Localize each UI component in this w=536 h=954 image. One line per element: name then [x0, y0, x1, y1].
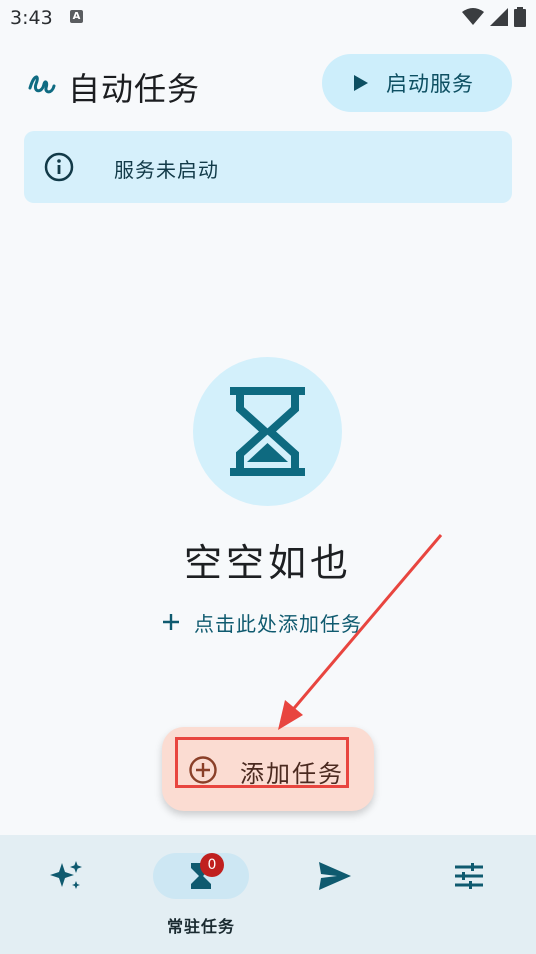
play-icon: [354, 75, 368, 91]
status-bar: 3:43 A: [0, 0, 536, 36]
add-task-fab-label: 添加任务: [240, 760, 344, 788]
empty-state-illustration: [193, 357, 342, 506]
signal-icon: [490, 8, 508, 26]
start-service-label: 启动服务: [386, 72, 474, 96]
battery-icon: [514, 7, 526, 27]
nav-label-resident-tasks: 常驻任务: [166, 917, 235, 936]
wifi-icon: [462, 8, 484, 25]
nav-item-resident-tasks[interactable]: 常驻任务: [134, 835, 268, 954]
sliders-icon: [455, 863, 483, 889]
app-bar: 自动任务 启动服务: [0, 50, 536, 118]
service-status-banner: 服务未启动: [24, 131, 512, 203]
sparkles-icon: [50, 861, 82, 889]
add-circle-icon: [189, 756, 217, 784]
add-task-fab[interactable]: 添加任务: [162, 727, 374, 811]
info-icon: [44, 152, 74, 182]
start-service-button[interactable]: 启动服务: [322, 54, 512, 112]
add-task-link[interactable]: 点击此处添加任务: [162, 608, 362, 636]
empty-state-title: 空空如也: [183, 541, 352, 585]
page-title: 自动任务: [68, 70, 201, 108]
hourglass-icon: [230, 387, 305, 476]
squiggle-logo-icon: [28, 75, 56, 94]
nav-item-settings[interactable]: [402, 835, 536, 954]
notification-icon: A: [70, 10, 83, 23]
service-status-text: 服务未启动: [114, 158, 219, 182]
plus-icon: [163, 614, 179, 630]
status-time: 3:43: [10, 7, 53, 29]
send-icon: [319, 862, 351, 890]
task-count-badge: 0: [200, 853, 224, 877]
nav-item-send[interactable]: [268, 835, 402, 954]
nav-item-sparkle[interactable]: [0, 835, 134, 954]
add-task-link-label: 点击此处添加任务: [194, 611, 362, 636]
bottom-navigation: 常驻任务 0: [0, 835, 536, 954]
status-icons: [462, 6, 526, 28]
